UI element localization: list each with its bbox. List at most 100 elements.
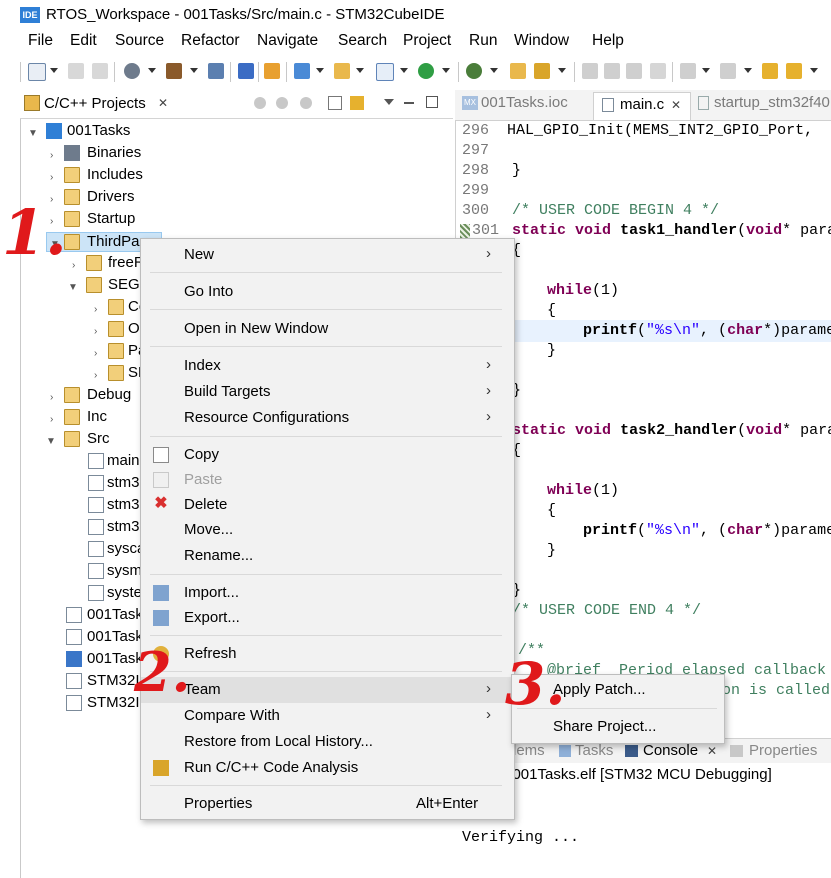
menu-navigate[interactable]: Navigate (257, 32, 318, 50)
folder-icon (64, 409, 80, 425)
menu-index[interactable]: Index (184, 357, 221, 374)
tab-tasks[interactable]: Tasks (575, 742, 613, 759)
collapsed-chevron-icon[interactable]: › (50, 392, 53, 403)
menu-rename[interactable]: Rename... (184, 547, 253, 564)
prev-annotation-icon[interactable] (720, 63, 736, 79)
menu-share-project[interactable]: Share Project... (553, 718, 656, 735)
collapsed-chevron-icon[interactable]: › (50, 172, 53, 183)
expanded-chevron-icon[interactable]: ▼ (68, 282, 78, 293)
menu-resource-configurations[interactable]: Resource Configurations (184, 409, 349, 426)
menu-new[interactable]: New (184, 246, 214, 263)
debug-icon[interactable] (238, 63, 254, 79)
menu-apply-patch[interactable]: Apply Patch... (553, 681, 646, 698)
menu-run[interactable]: Run (469, 32, 497, 50)
menu-edit[interactable]: Edit (70, 32, 97, 50)
menu-delete[interactable]: Delete (184, 496, 227, 513)
toggle-icon[interactable] (604, 63, 620, 79)
dropdown-arrow-icon[interactable] (190, 68, 198, 73)
menu-window[interactable]: Window (514, 32, 569, 50)
menu-copy[interactable]: Copy (184, 446, 219, 463)
dropdown-arrow-icon[interactable] (490, 68, 498, 73)
build-hammer-icon[interactable] (166, 63, 182, 79)
save-all-icon[interactable] (92, 63, 108, 79)
collapsed-chevron-icon[interactable]: › (94, 348, 97, 359)
minimize-icon[interactable] (404, 102, 414, 104)
last-edit-icon[interactable] (762, 63, 778, 79)
next-annotation-icon[interactable] (680, 63, 696, 79)
menu-help[interactable]: Help (592, 32, 624, 50)
collapsed-chevron-icon[interactable]: › (94, 304, 97, 315)
pencil-icon[interactable] (582, 63, 598, 79)
link-editor-icon[interactable] (350, 96, 364, 110)
close-icon[interactable]: ✕ (671, 98, 681, 112)
code-line: printf("%s\n", (char*)parame (583, 522, 831, 539)
pilcrow-icon[interactable] (650, 63, 666, 79)
collapsed-chevron-icon[interactable]: › (94, 370, 97, 381)
menu-compare-with[interactable]: Compare With (184, 707, 280, 724)
menu-run-code-analysis[interactable]: Run C/C++ Code Analysis (184, 759, 358, 776)
new-file-icon[interactable] (376, 63, 394, 81)
menu-properties[interactable]: Properties (184, 795, 252, 812)
binary-icon[interactable] (208, 63, 224, 79)
menu-go-into[interactable]: Go Into (184, 283, 233, 300)
menu-restore-local-history[interactable]: Restore from Local History... (184, 733, 373, 750)
collapsed-chevron-icon[interactable]: › (50, 150, 53, 161)
open-task-icon[interactable] (510, 63, 526, 79)
maximize-icon[interactable] (426, 96, 438, 108)
tab-main-c[interactable]: main.c ✕ (593, 92, 691, 120)
properties-icon (730, 745, 743, 757)
menu-file[interactable]: File (28, 32, 53, 50)
dropdown-arrow-icon[interactable] (810, 68, 818, 73)
dropdown-arrow-icon[interactable] (316, 68, 324, 73)
file-icon (66, 629, 82, 645)
dropdown-arrow-icon[interactable] (50, 68, 58, 73)
new-icon[interactable] (28, 63, 46, 81)
block-icon[interactable] (626, 63, 642, 79)
run-icon[interactable] (418, 63, 434, 79)
tab-properties[interactable]: Properties (749, 742, 817, 759)
expanded-chevron-icon[interactable]: ▼ (46, 436, 56, 447)
open-folder-icon[interactable] (334, 63, 350, 79)
menu-move[interactable]: Move... (184, 521, 233, 538)
menu-open-new-window[interactable]: Open in New Window (184, 320, 328, 337)
dropdown-arrow-icon[interactable] (558, 68, 566, 73)
view-menu-icon[interactable] (384, 99, 394, 105)
dropdown-arrow-icon[interactable] (744, 68, 752, 73)
collapse-all-icon[interactable] (328, 96, 342, 110)
gear-icon[interactable] (124, 63, 140, 79)
collapsed-chevron-icon[interactable]: › (94, 326, 97, 337)
code-line: { (547, 502, 557, 519)
menu-import[interactable]: Import... (184, 584, 239, 601)
menu-paste[interactable]: Paste (184, 471, 222, 488)
collapsed-chevron-icon[interactable]: › (50, 414, 53, 425)
dropdown-arrow-icon[interactable] (400, 68, 408, 73)
menu-search[interactable]: Search (338, 32, 387, 50)
new-project-icon[interactable] (294, 63, 310, 79)
menu-build-targets[interactable]: Build Targets (184, 383, 270, 400)
menu-refactor[interactable]: Refactor (181, 32, 240, 50)
wand-icon[interactable] (534, 63, 550, 79)
dropdown-arrow-icon[interactable] (356, 68, 364, 73)
dropdown-arrow-icon[interactable] (148, 68, 156, 73)
menu-export[interactable]: Export... (184, 609, 240, 626)
dropdown-arrow-icon[interactable] (442, 68, 450, 73)
submenu-arrow-icon: › (486, 356, 491, 373)
up-icon[interactable] (300, 97, 312, 109)
menu-project[interactable]: Project (403, 32, 451, 50)
expanded-chevron-icon[interactable]: ▼ (28, 128, 38, 139)
tab-problems[interactable]: lems (513, 742, 545, 759)
menu-refresh[interactable]: Refresh (184, 645, 237, 662)
tab-console[interactable]: Console (643, 742, 698, 759)
save-icon[interactable] (68, 63, 84, 79)
back-icon[interactable] (254, 97, 266, 109)
back-arrow-icon[interactable] (786, 63, 802, 79)
collapsed-chevron-icon[interactable]: › (72, 260, 75, 271)
forward-icon[interactable] (276, 97, 288, 109)
tab-cpp-projects[interactable]: C/C++ Projects (44, 95, 146, 112)
close-icon[interactable]: ✕ (158, 96, 168, 110)
close-icon[interactable]: ✕ (707, 744, 717, 758)
dropdown-arrow-icon[interactable] (702, 68, 710, 73)
hand-icon[interactable] (264, 63, 280, 79)
bug-icon[interactable] (466, 63, 482, 79)
menu-source[interactable]: Source (115, 32, 164, 50)
